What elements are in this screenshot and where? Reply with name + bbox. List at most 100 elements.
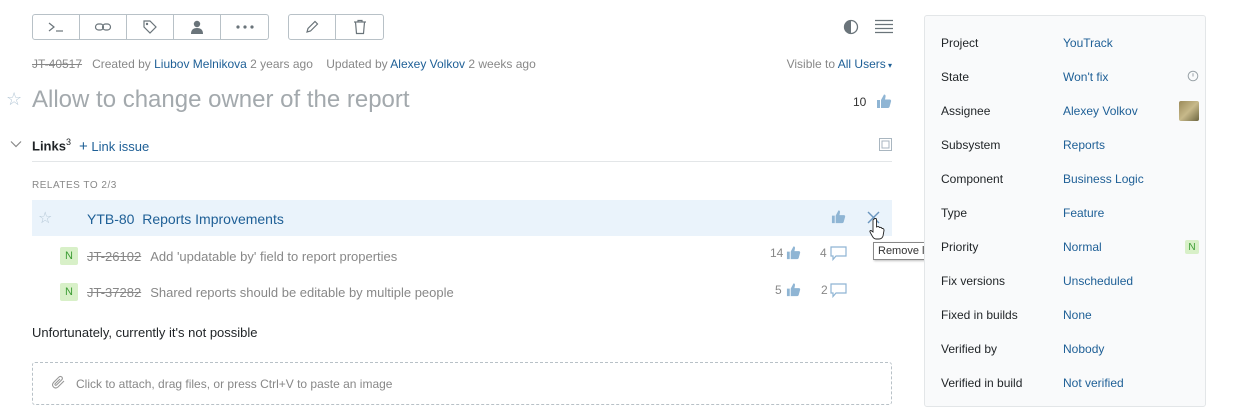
console-icon xyxy=(48,22,63,32)
external-window-icon xyxy=(879,138,892,151)
paperclip-icon xyxy=(51,375,66,392)
delete-button[interactable] xyxy=(336,15,383,39)
comment-icon[interactable] xyxy=(830,246,847,264)
tag-icon xyxy=(143,20,157,34)
updater-link[interactable]: Alexey Volkov xyxy=(390,57,465,71)
field-component[interactable]: Component Business Logic xyxy=(941,169,1199,189)
plus-icon: + xyxy=(79,138,88,155)
collapse-chevron-icon[interactable] xyxy=(10,139,22,151)
attach-dropzone[interactable]: Click to attach, drag files, or press Ct… xyxy=(32,362,892,405)
linked-star-icon[interactable]: ☆ xyxy=(38,208,52,228)
issue-id[interactable]: JT-40517 xyxy=(32,57,82,71)
child-issue-id[interactable]: JT-37282 xyxy=(87,285,141,300)
links-title: Links xyxy=(32,138,66,154)
user-icon xyxy=(191,20,203,34)
attach-placeholder: Click to attach, drag files, or press Ct… xyxy=(76,376,393,391)
toolbar-edit-group xyxy=(288,14,384,40)
field-state[interactable]: State Won't fix xyxy=(941,67,1199,87)
field-verified-in-build[interactable]: Verified in build Not verified xyxy=(941,373,1199,393)
field-label: Priority xyxy=(941,240,979,254)
field-priority[interactable]: Priority Normal N xyxy=(941,237,1199,257)
pencil-icon xyxy=(306,20,319,33)
field-label: Assignee xyxy=(941,104,991,118)
updated-prefix: Updated by xyxy=(326,57,388,71)
links-count: 3 xyxy=(65,137,71,147)
field-verified-by[interactable]: Verified by Nobody xyxy=(941,339,1199,359)
field-value[interactable]: Business Logic xyxy=(1063,172,1199,186)
linked-issue-summary[interactable]: Reports Improvements xyxy=(142,211,284,227)
field-label: Fixed in builds xyxy=(941,308,1018,322)
linked-vote-button[interactable] xyxy=(831,209,846,227)
caret-down-icon: ▾ xyxy=(885,61,892,70)
user-button[interactable] xyxy=(174,15,221,39)
child-vote-count: 5 xyxy=(775,283,782,297)
created-ago: 2 years ago xyxy=(250,57,313,71)
field-label: Verified by xyxy=(941,342,998,356)
field-value[interactable]: None xyxy=(1063,308,1199,322)
layout-menu-button[interactable] xyxy=(875,19,893,37)
link-icon xyxy=(94,23,112,31)
link-group-label: RELATES TO 2/3 xyxy=(32,180,117,191)
field-type[interactable]: Type Feature xyxy=(941,203,1199,223)
child-vote-count: 14 xyxy=(770,246,784,260)
field-value[interactable]: Feature xyxy=(1063,206,1199,220)
field-subsystem[interactable]: Subsystem Reports xyxy=(941,135,1199,155)
list-item[interactable]: N JT-26102 Add 'updatable by' field to r… xyxy=(60,238,850,274)
more-button[interactable] xyxy=(221,15,268,39)
field-value[interactable]: Reports xyxy=(1063,138,1199,152)
field-label: Component xyxy=(941,172,1004,186)
child-comment-count: 4 xyxy=(820,246,827,260)
section-divider xyxy=(32,161,892,162)
field-assignee[interactable]: Assignee Alexey Volkov xyxy=(941,101,1199,121)
field-value[interactable]: Alexey Volkov xyxy=(1063,104,1179,118)
field-value[interactable]: YouTrack xyxy=(1063,36,1199,50)
field-label: Subsystem xyxy=(941,138,1001,152)
vote-button[interactable] xyxy=(876,93,892,112)
issue-meta: JT-40517 Created by Liubov Melnikova 2 y… xyxy=(32,57,536,71)
field-label: Verified in build xyxy=(941,376,1023,390)
visibility-prefix: Visible to xyxy=(786,57,836,71)
field-project[interactable]: Project YouTrack xyxy=(941,33,1199,53)
hamburger-icon xyxy=(875,19,893,34)
thumbs-up-icon[interactable] xyxy=(786,282,801,300)
tag-button[interactable] xyxy=(127,15,174,39)
issue-description: Unfortunately, currently it's not possib… xyxy=(32,325,258,340)
field-value[interactable]: Unscheduled xyxy=(1063,274,1199,288)
field-value[interactable]: Won't fix xyxy=(1063,70,1187,84)
contrast-icon xyxy=(843,19,859,35)
field-label: Fix versions xyxy=(941,274,1006,288)
vote-count: 10 xyxy=(853,95,867,109)
visibility-select[interactable]: All Users xyxy=(838,57,886,71)
star-icon[interactable]: ☆ xyxy=(6,89,22,110)
history-icon xyxy=(1187,70,1199,85)
toolbar-main-group xyxy=(32,14,269,40)
field-value[interactable]: Not verified xyxy=(1063,376,1199,390)
creator-link[interactable]: Liubov Melnikova xyxy=(154,57,247,71)
field-value[interactable]: Normal xyxy=(1063,240,1185,254)
edit-button[interactable] xyxy=(289,15,336,39)
link-button[interactable] xyxy=(80,15,127,39)
thumbs-up-icon xyxy=(831,210,846,224)
field-value[interactable]: Nobody xyxy=(1063,342,1199,356)
command-button[interactable] xyxy=(33,15,80,39)
linked-issue-id[interactable]: YTB-80 xyxy=(87,211,134,227)
field-label: State xyxy=(941,70,970,84)
child-issue-id[interactable]: JT-26102 xyxy=(87,249,141,264)
priority-badge: N xyxy=(60,247,78,265)
open-in-list-button[interactable] xyxy=(879,138,892,154)
thumbs-up-icon xyxy=(877,94,892,108)
field-fixed-in-builds[interactable]: Fixed in builds None xyxy=(941,305,1199,325)
comment-icon[interactable] xyxy=(830,283,847,301)
link-issue-button[interactable]: + Link issue xyxy=(79,138,149,155)
link-issue-label: Link issue xyxy=(91,139,150,154)
theme-toggle-button[interactable] xyxy=(843,19,859,38)
thumbs-up-icon[interactable] xyxy=(786,245,801,263)
child-issue-summary[interactable]: Add 'updatable by' field to report prope… xyxy=(150,249,397,264)
priority-badge: N xyxy=(1185,240,1199,254)
list-item[interactable]: N JT-37282 Shared reports should be edit… xyxy=(60,274,850,310)
linked-issue: YTB-80 Reports Improvements xyxy=(87,211,284,227)
child-issue-summary[interactable]: Shared reports should be editable by mul… xyxy=(150,285,454,300)
field-fix-versions[interactable]: Fix versions Unscheduled xyxy=(941,271,1199,291)
field-label: Type xyxy=(941,206,968,220)
priority-badge: N xyxy=(60,283,78,301)
